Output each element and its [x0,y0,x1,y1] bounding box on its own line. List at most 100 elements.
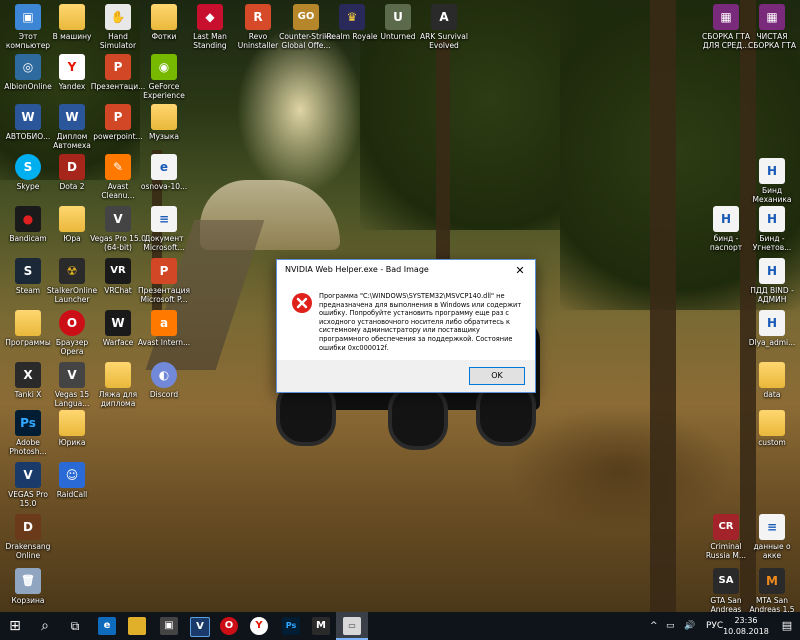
store-icon[interactable]: ▣ [160,617,178,635]
icon-label: MTA San Andreas 1.5 [749,596,795,612]
bandicam-icon: ● [15,206,41,232]
clock-date: 10.08.2018 [723,627,769,636]
desktop-wallpaper: ▣ Этот компьютер ◎ AlbionOnline W АВТОБИО..… [0,0,800,612]
active-window-tab[interactable]: ▭ [336,612,368,640]
desktop-icon[interactable]: Музыка [136,104,192,141]
ok-button[interactable]: OK [469,367,525,385]
task-view-icon[interactable]: ⧉ [60,612,90,640]
desktop-icon[interactable]: ≡ Документ Microsoft... [136,206,192,252]
desktop-icon[interactable]: A ARK Survival Evolved [416,4,472,50]
dialog-footer: OK [277,360,535,392]
computer-icon: ▣ [15,4,41,30]
powerpoint-icon: P [105,54,131,80]
desktop-icon[interactable]: data [744,362,800,399]
dialog-title: NVIDIA Web Helper.exe - Bad Image [285,265,429,274]
clock[interactable]: 23:36 10.08.2018 [720,615,772,637]
folder-icon [151,4,177,30]
desktop-icon[interactable]: Юрика [44,410,100,447]
error-icon [292,293,312,313]
folder-icon [105,362,131,388]
network-icon[interactable]: ▭ [666,612,675,640]
yandex-taskbar-icon[interactable]: Y [250,617,268,635]
gta-san-andreas-icon: SA [713,568,739,594]
icon-label: Dlya_admi... [748,338,796,347]
geforce-icon: ◉ [151,54,177,80]
error-dialog: NVIDIA Web Helper.exe - Bad Image ✕ Прог… [276,259,536,393]
folder-icon [59,410,85,436]
archive-icon: ▦ [759,4,785,30]
file-explorer-icon[interactable] [128,617,146,635]
stalker-icon: ☢ [59,258,85,284]
volume-icon[interactable]: 🔊 [684,612,695,640]
mta-icon: M [759,568,785,594]
search-icon[interactable]: ⌕ [30,612,60,640]
steam-icon: S [15,258,41,284]
desktop-icon[interactable]: H Бинд - Угнетов... [744,206,800,252]
recycle-bin-icon: 🗑 [15,568,41,594]
powerpoint-icon: P [105,104,131,130]
tanki-icon: X [15,362,41,388]
close-button[interactable]: ✕ [505,260,535,282]
desktop-icon[interactable]: custom [744,410,800,447]
realm-royale-icon: ♛ [339,4,365,30]
icon-label: Музыка [149,132,179,141]
desktop-icon[interactable]: ▦ ЧИСТАЯ СБОРКА ГТА [744,4,800,50]
avast-icon: a [151,310,177,336]
window-icon: ▭ [343,617,361,635]
folder-icon [759,410,785,436]
dialog-titlebar[interactable]: NVIDIA Web Helper.exe - Bad Image ✕ [277,260,535,282]
desktop-icon[interactable]: H Бинд Механика [744,158,800,204]
desktop-icon[interactable]: ☺ RaidCall [44,462,100,499]
start-button[interactable]: ⊞ [0,612,30,640]
icon-label: Документ Microsoft... [143,234,185,252]
taskbar: ⊞ ⌕ ⧉ e ▣ V O Y Ps M ▭ ^ ▭ 🔊 РУС 23:36 1… [0,612,800,640]
wallpaper-tree-trunk [650,0,676,612]
desktop-icon[interactable]: H ПДД BIND - АДМИН [744,258,800,304]
icon-label: GeForce Experience [143,82,185,100]
desktop-icon[interactable]: 🗑 Корзина [0,568,56,605]
desktop-icon[interactable]: P Презентация Microsoft P... [136,258,192,304]
opera-icon: O [59,310,85,336]
script-file-icon: H [759,206,785,232]
folder-icon [59,4,85,30]
desktop-icon[interactable]: a Avast Intern... [136,310,192,347]
desktop-icon[interactable]: e osnova-10... [136,154,192,191]
yandex-icon: Y [59,54,85,80]
vegas-taskbar-icon[interactable]: V [190,617,210,637]
desktop-icon[interactable]: ◐ Discord [136,362,192,399]
edge-icon[interactable]: e [98,617,116,635]
tray-chevron-icon[interactable]: ^ [650,612,658,640]
desktop-icon[interactable]: M MTA San Andreas 1.5 [744,568,800,612]
icon-label: Discord [149,390,179,399]
opera-taskbar-icon[interactable]: O [220,617,238,635]
mta-taskbar-icon[interactable]: M [312,617,330,635]
archive-icon: ▦ [713,4,739,30]
dota-icon: D [59,154,85,180]
icon-label: ARK Survival Evolved [420,32,468,50]
discord-icon: ◐ [151,362,177,388]
warface-icon: W [105,310,131,336]
notification-icon[interactable]: ▤ [774,612,800,640]
raidcall-icon: ☺ [59,462,85,488]
icon-label: ПДД BIND - АДМИН [750,286,794,304]
icon-label: Drakensang Online [5,542,51,560]
desktop-icon[interactable]: ≡ данные о акке [744,514,800,560]
counter-strike-icon: GO [293,4,319,30]
icon-label: Юрика [58,438,86,447]
albion-icon: ◎ [15,54,41,80]
vegas-icon: V [105,206,131,232]
desktop-icon[interactable]: D Drakensang Online [0,514,56,560]
icon-label: Корзина [11,596,45,605]
photoshop-taskbar-icon[interactable]: Ps [282,617,300,635]
ark-icon: A [431,4,457,30]
error-message: Программа "C:\WINDOWS\SYSTEM32\MSVCP140.… [319,292,522,352]
icon-label: RaidCall [56,490,88,499]
desktop-icon[interactable]: ◉ GeForce Experience [136,54,192,100]
last-man-standing-icon: ◆ [197,4,223,30]
icon-label: данные о акке [753,542,791,560]
desktop-icon[interactable]: H Dlya_admi... [744,310,800,347]
icon-label: data [763,390,781,399]
avast-cleanup-icon: ✎ [105,154,131,180]
revo-uninstaller-icon: R [245,4,271,30]
edge-document-icon: e [151,154,177,180]
